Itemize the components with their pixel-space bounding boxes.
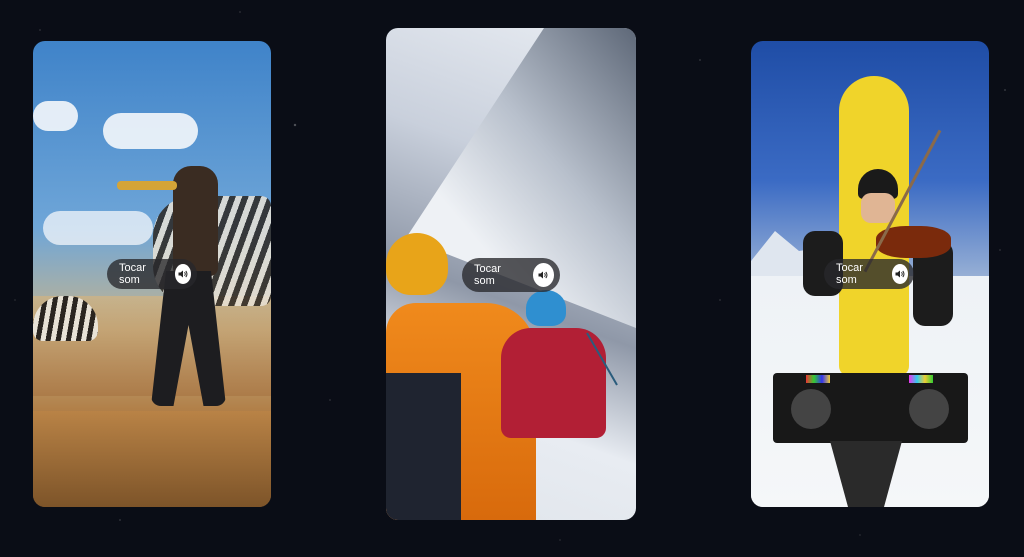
video-card-trumpet[interactable]: Tocar som xyxy=(33,41,271,507)
jog-wheel-right xyxy=(909,389,949,429)
play-sound-label: Tocar som xyxy=(474,263,501,287)
play-sound-button[interactable]: Tocar som xyxy=(824,259,914,289)
speaker-icon[interactable] xyxy=(532,263,554,287)
speaker-icon[interactable] xyxy=(891,264,908,284)
video-card-banana-violinist[interactable]: Tocar som xyxy=(751,41,989,507)
pad-lights xyxy=(806,375,830,383)
jog-wheel-left xyxy=(791,389,831,429)
ground xyxy=(33,411,271,507)
dark-jacket-panel xyxy=(386,373,461,520)
face xyxy=(861,193,895,223)
red-jacket-climber xyxy=(501,328,606,438)
pad-lights xyxy=(909,375,933,383)
speaker-icon[interactable] xyxy=(174,264,191,284)
yellow-helmet xyxy=(386,233,448,295)
play-sound-label: Tocar som xyxy=(836,262,863,286)
video-card-climbers[interactable]: Tocar som xyxy=(386,28,636,520)
blue-helmet xyxy=(526,290,566,326)
play-sound-label: Tocar som xyxy=(119,262,146,286)
play-sound-button[interactable]: Tocar som xyxy=(107,259,197,289)
cloud xyxy=(43,211,153,245)
cloud xyxy=(103,113,198,149)
play-sound-button[interactable]: Tocar som xyxy=(462,258,560,292)
cloud xyxy=(33,101,78,131)
trumpet xyxy=(117,181,177,190)
